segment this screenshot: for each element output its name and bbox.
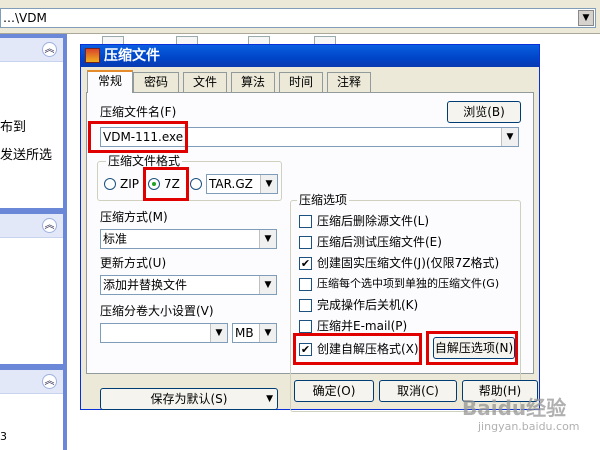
archive-name-label: 压缩文件名(F) [100, 105, 177, 119]
solid-archive-checkbox[interactable]: ✔ [299, 257, 312, 270]
save-default-button[interactable]: 保存为默认(S) ▼ [100, 388, 278, 410]
zip-radio[interactable] [104, 178, 116, 190]
method-select[interactable]: 标准 ▼ [100, 229, 277, 249]
delete-source-label[interactable]: 压缩后删除源文件(L) [317, 213, 429, 229]
task-text-2[interactable]: 发送所选 [0, 144, 63, 163]
split-unit-select[interactable]: MB ▼ [232, 323, 277, 343]
address-input[interactable]: …\VDM ▼ [0, 8, 596, 28]
dialog-titlebar[interactable]: 压缩文件 [81, 45, 539, 67]
address-bar: …\VDM ▼ [0, 0, 600, 34]
separate-archives-label[interactable]: 压缩每个选中项到单独的压缩文件(G) [317, 276, 499, 292]
highlight-box [88, 121, 188, 153]
compress-dialog: 压缩文件 常规 密码 文件 算法 时间 注释 压缩文件名(F) 浏览(B) VD… [80, 44, 540, 412]
highlight-box [293, 333, 422, 365]
test-archive-checkbox[interactable] [299, 236, 312, 249]
split-size-dropdown-icon[interactable]: ▼ [210, 324, 227, 342]
update-select[interactable]: 添加并替换文件 ▼ [100, 275, 277, 295]
explorer-task-pane: ︽ 布到 发送所选 ︽ ︽ 3 [0, 34, 67, 450]
update-label: 更新方式(U) [100, 256, 167, 270]
targz-radio[interactable] [190, 178, 202, 190]
collapse-chevron-icon[interactable]: ︽ [42, 218, 57, 233]
split-unit-dropdown-icon[interactable]: ▼ [259, 324, 276, 342]
cancel-button[interactable]: 取消(C) [379, 380, 457, 402]
tab-algorithm[interactable]: 算法 [231, 72, 275, 92]
shutdown-checkbox[interactable] [299, 299, 312, 312]
email-checkbox[interactable] [299, 320, 312, 333]
split-size-label: 压缩分卷大小设置(V) [100, 304, 214, 318]
baidu-watermark-brand: Baidu经验 [462, 396, 567, 420]
archive-name-dropdown-icon[interactable]: ▼ [501, 128, 518, 146]
update-dropdown-icon[interactable]: ▼ [259, 276, 276, 294]
tab-time[interactable]: 时间 [279, 72, 323, 92]
collapse-chevron-icon[interactable]: ︽ [42, 42, 57, 57]
format-dropdown-icon[interactable]: ▼ [260, 175, 277, 193]
highlight-box [143, 167, 189, 201]
baidu-watermark-url: jingyan.baidu.com [478, 420, 580, 433]
tab-files[interactable]: 文件 [183, 72, 227, 92]
ok-button[interactable]: 确定(O) [294, 380, 374, 402]
task-box-1: ︽ 布到 发送所选 [0, 38, 63, 208]
format-select-value: TAR.GZ [209, 177, 253, 191]
delete-source-checkbox[interactable] [299, 215, 312, 228]
solid-archive-label[interactable]: 创建固实压缩文件(J)(仅限7Z格式) [317, 255, 499, 271]
task-box-3: ︽ 3 [0, 370, 63, 450]
general-tab-panel: 压缩文件名(F) 浏览(B) VDM-111.exe ▼ 压缩文件格式 ZIP … [86, 92, 534, 412]
test-archive-label[interactable]: 压缩后测试压缩文件(E) [317, 234, 442, 250]
task-box-3-header[interactable]: ︽ [0, 370, 63, 394]
address-dropdown-icon[interactable]: ▼ [578, 10, 594, 26]
archive-app-icon [85, 48, 100, 63]
format-group-title: 压缩文件格式 [106, 154, 183, 168]
highlight-box [426, 331, 518, 365]
dialog-title: 压缩文件 [104, 48, 160, 64]
separate-archives-checkbox[interactable] [299, 278, 312, 291]
format-select[interactable]: TAR.GZ ▼ [206, 174, 278, 194]
options-group-title: 压缩选项 [297, 193, 350, 207]
task-box-1-header[interactable]: ︽ [0, 38, 63, 62]
collapse-chevron-icon[interactable]: ︽ [42, 374, 57, 389]
task-box-2-header[interactable]: ︽ [0, 214, 63, 238]
dropdown-arrow-icon: ▼ [266, 394, 273, 404]
task-box-2: ︽ [0, 214, 63, 364]
address-text: …\VDM [3, 11, 47, 25]
split-size-input[interactable]: ▼ [100, 323, 228, 343]
task-text-1[interactable]: 布到 [0, 116, 63, 135]
save-default-label: 保存为默认(S) [150, 392, 228, 406]
task-text-3: 3 [0, 430, 7, 443]
tab-general[interactable]: 常规 [87, 70, 133, 93]
email-label[interactable]: 压缩并E-mail(P) [317, 318, 407, 334]
method-select-value: 标准 [103, 232, 128, 246]
tab-password[interactable]: 密码 [133, 72, 179, 92]
method-label: 压缩方式(M) [100, 210, 168, 224]
zip-label[interactable]: ZIP [120, 176, 142, 192]
method-dropdown-icon[interactable]: ▼ [259, 230, 276, 248]
browse-button[interactable]: 浏览(B) [447, 101, 521, 123]
shutdown-label[interactable]: 完成操作后关机(K) [317, 297, 418, 313]
update-select-value: 添加并替换文件 [103, 278, 188, 292]
format-groupbox: 压缩文件格式 ZIP 7Z TAR.GZ ▼ [97, 154, 282, 201]
split-unit-value: MB [235, 326, 254, 340]
tab-comment[interactable]: 注释 [327, 72, 371, 92]
